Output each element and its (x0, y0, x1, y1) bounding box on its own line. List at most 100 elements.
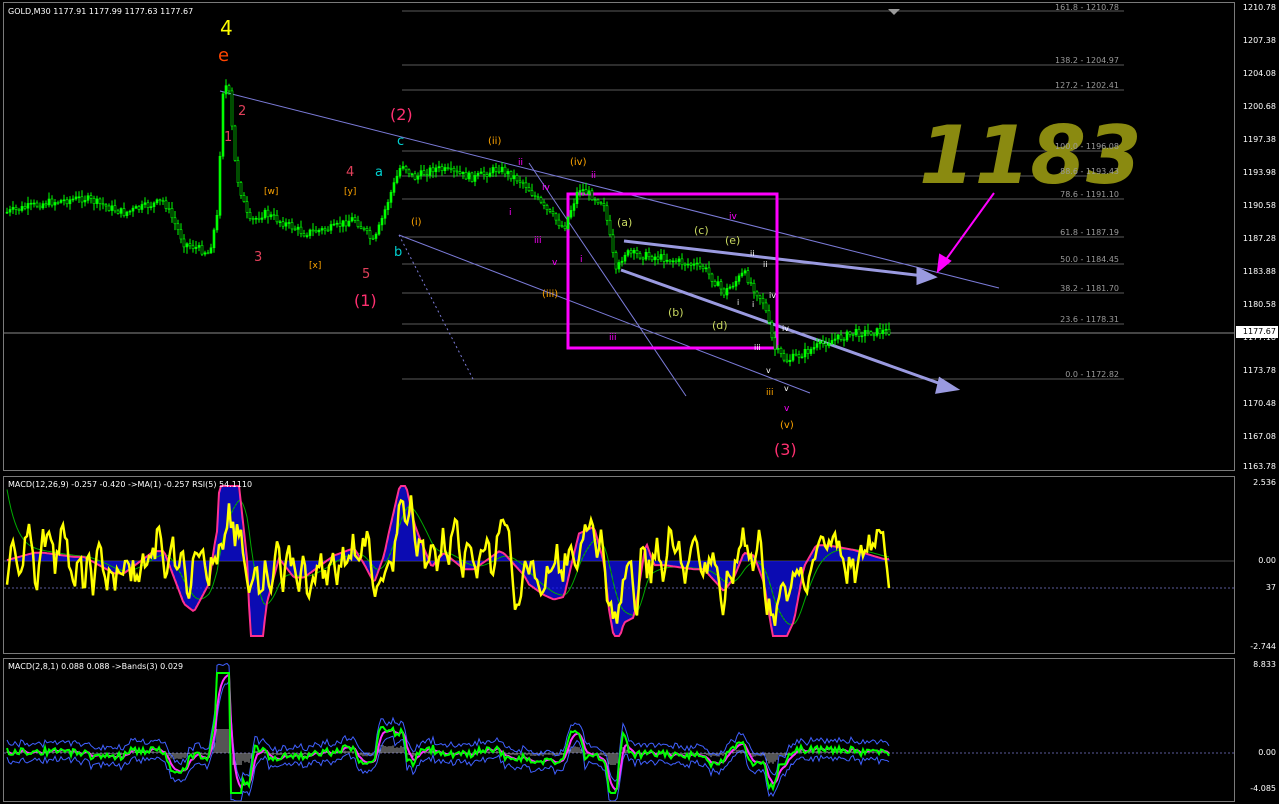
price-candle-body (644, 251, 648, 260)
price-candle-body (437, 166, 441, 169)
wave-(ii): (ii) (488, 136, 501, 147)
wave-4b: 4 (346, 165, 354, 180)
wave-s-v: v (766, 366, 771, 375)
price-candle-body (653, 256, 657, 261)
wave-s-i2: i (752, 300, 754, 309)
svg-text:50.0 - 1184.45: 50.0 - 1184.45 (1060, 255, 1119, 264)
price-candle-body (275, 214, 279, 223)
wave-(iv): (iv) (570, 157, 587, 168)
price-candle-body (557, 219, 561, 227)
svg-text:23.6 - 1178.31: 23.6 - 1178.31 (1060, 315, 1119, 324)
price-chart-pane[interactable]: 1183 GOLD,M30 1177.91 1177.99 1177.63 11… (3, 2, 1235, 471)
price-candle-body (584, 189, 588, 195)
macd2-pane[interactable]: MACD(2,8,1) 0.088 0.088 ->Bands(3) 0.029 (3, 658, 1235, 802)
svg-text:88.6 - 1193.43: 88.6 - 1193.43 (1060, 167, 1119, 176)
price-candle-body (35, 202, 39, 207)
price-candle-body (317, 229, 321, 233)
price-candle-body (725, 288, 729, 296)
price-candle-body (98, 198, 102, 204)
price-candle-body (698, 262, 702, 267)
price-candle-body (233, 125, 237, 161)
price-candle-body (641, 257, 645, 260)
price-candle-body (830, 340, 834, 345)
macd1-pane[interactable]: MACD(12,26,9) -0.257 -0.420 ->MA(1) -0.2… (3, 476, 1235, 654)
price-candle-body (173, 217, 177, 225)
price-candle-body (107, 205, 111, 211)
price-candle-body (47, 198, 51, 206)
price-candle-body (608, 219, 612, 236)
wave-(a): (a) (617, 216, 632, 229)
price-candle-body (140, 204, 144, 210)
price-candle-body (686, 263, 690, 266)
wave-e: e (218, 45, 229, 66)
price-candle-body (164, 200, 168, 209)
price-candle-body (350, 217, 354, 222)
price-candle-body (137, 206, 141, 210)
price-candle-body (224, 85, 228, 95)
price-candle-body (239, 182, 243, 196)
price-candle-body (302, 233, 306, 237)
price-candle-body (263, 209, 267, 219)
price-candle-body (872, 334, 876, 337)
price-candle-body (101, 203, 105, 206)
price-candle-body (497, 170, 501, 173)
price-candle-body (422, 170, 426, 175)
price-candle-body (380, 218, 384, 226)
price-candle-body (671, 260, 675, 263)
price-candle-body (773, 337, 777, 350)
wave-3: 3 (254, 250, 262, 265)
price-candle-body (443, 167, 447, 172)
price-candle-body (464, 172, 468, 180)
price-candle-body (770, 322, 774, 339)
price-candle-body (458, 171, 462, 174)
price-candle-body (740, 272, 744, 277)
price-candle-body (851, 334, 855, 336)
price-candle-body (677, 258, 681, 262)
price-candle-body (332, 223, 336, 226)
price-candle-body (440, 166, 444, 172)
wave-s-ii2: ii (763, 260, 767, 269)
price-candle-body (206, 252, 210, 255)
price-candle-body (374, 233, 378, 239)
chart-header: GOLD,M30 1177.91 1177.99 1177.63 1177.67 (8, 7, 193, 16)
price-candle-body (44, 203, 48, 206)
price-candle-body (377, 224, 381, 235)
price-candle-body (707, 267, 711, 275)
price-candle-body (152, 202, 156, 207)
price-candle-body (56, 202, 60, 204)
price-candle-body (92, 198, 96, 204)
price-candle-body (752, 283, 756, 293)
price-candle-body (416, 175, 420, 180)
price-candle-body (758, 295, 762, 299)
price-candle-body (290, 222, 294, 230)
price-candle-body (512, 175, 516, 180)
price-candle-body (548, 209, 552, 212)
price-candle-body (194, 247, 198, 249)
price-candle-body (215, 215, 219, 231)
price-candle-body (59, 200, 63, 203)
price-candle-body (149, 206, 153, 209)
price-candle-body (353, 217, 357, 221)
price-candle-body (659, 254, 663, 260)
price-candle-body (809, 348, 813, 354)
svg-text:161.8 - 1210.78: 161.8 - 1210.78 (1055, 3, 1119, 12)
wave-r-i2: i (580, 255, 583, 265)
price-candle-body (155, 199, 159, 204)
price-candle-body (335, 222, 339, 225)
price-axis: 1210.78 1207.38 1204.08 1200.68 1197.38 … (1236, 2, 1279, 471)
price-candle-body (212, 229, 216, 249)
svg-text:61.8 - 1187.19: 61.8 - 1187.19 (1060, 228, 1119, 237)
wave-s-iv2: iv (782, 324, 789, 333)
price-candle-body (860, 335, 864, 338)
price-candle-body (863, 330, 867, 337)
price-candle-body (230, 90, 234, 127)
price-candle-body (71, 198, 75, 201)
wave-c: c (397, 134, 404, 149)
price-candle-body (854, 328, 858, 336)
price-candle-body (254, 217, 258, 220)
wave-s-ii: ii (750, 249, 754, 258)
price-candle-body (320, 228, 324, 231)
wave-s-iii: iii (754, 343, 761, 352)
price-candle-body (878, 328, 882, 334)
price-candle-body (236, 160, 240, 183)
